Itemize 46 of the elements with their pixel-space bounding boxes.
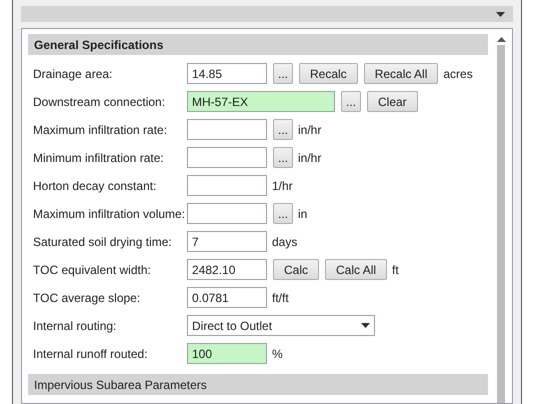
- unit-label: %: [272, 346, 283, 362]
- input-field[interactable]: 2482.10: [187, 259, 267, 280]
- unit-label: ft: [392, 262, 399, 278]
- unit-label: 1/hr: [272, 178, 293, 194]
- field-label: Saturated soil drying time:: [33, 234, 173, 250]
- unit-label: in: [298, 206, 308, 222]
- browse-button[interactable]: ...: [273, 119, 293, 140]
- dropdown-arrow-icon[interactable]: [496, 12, 505, 16]
- input-field[interactable]: MH-57-EX: [187, 91, 335, 112]
- routing-dropdown[interactable]: Direct to Outlet: [187, 315, 375, 336]
- browse-button[interactable]: ...: [273, 203, 293, 224]
- unit-label: in/hr: [298, 150, 322, 166]
- action-button[interactable]: Calc All: [325, 259, 388, 280]
- action-button[interactable]: Recalc: [299, 63, 358, 84]
- browse-button[interactable]: ...: [273, 63, 293, 84]
- section-header: Impervious Subarea Parameters: [28, 374, 488, 395]
- action-button[interactable]: Recalc All: [364, 63, 438, 84]
- input-field[interactable]: [187, 175, 267, 196]
- field-label: Internal routing:: [33, 318, 118, 334]
- action-button[interactable]: Calc: [273, 259, 320, 280]
- input-field[interactable]: 100: [187, 343, 267, 364]
- unit-label: in/hr: [298, 122, 322, 138]
- section-header: General Specifications: [28, 34, 488, 55]
- unit-label: ft/ft: [272, 290, 289, 306]
- field-label: Downstream connection:: [33, 94, 166, 110]
- field-label: TOC average slope:: [33, 290, 142, 306]
- field-label: Minimum infiltration rate:: [33, 150, 165, 166]
- input-field[interactable]: 7: [187, 231, 267, 252]
- input-field[interactable]: 0.0781: [187, 287, 267, 308]
- field-label: Maximum infiltration rate:: [33, 122, 168, 138]
- field-label: Maximum infiltration volume:: [33, 206, 186, 222]
- field-label: Horton decay constant:: [33, 178, 158, 194]
- input-field[interactable]: [187, 119, 267, 140]
- unit-label: days: [272, 234, 298, 250]
- input-field[interactable]: [187, 203, 267, 224]
- browse-button[interactable]: ...: [341, 91, 361, 112]
- input-field[interactable]: 14.85: [187, 63, 267, 84]
- field-label: Internal runoff routed:: [33, 346, 149, 362]
- browse-button[interactable]: ...: [273, 147, 293, 168]
- field-label: Drainage area:: [33, 66, 114, 82]
- unit-label: acres: [443, 66, 473, 82]
- scroll-up-icon[interactable]: [496, 37, 506, 42]
- action-button[interactable]: Clear: [367, 91, 418, 112]
- dropdown-arrow-icon: [361, 323, 370, 328]
- input-field[interactable]: [187, 147, 267, 168]
- field-label: TOC equivalent width:: [33, 262, 152, 278]
